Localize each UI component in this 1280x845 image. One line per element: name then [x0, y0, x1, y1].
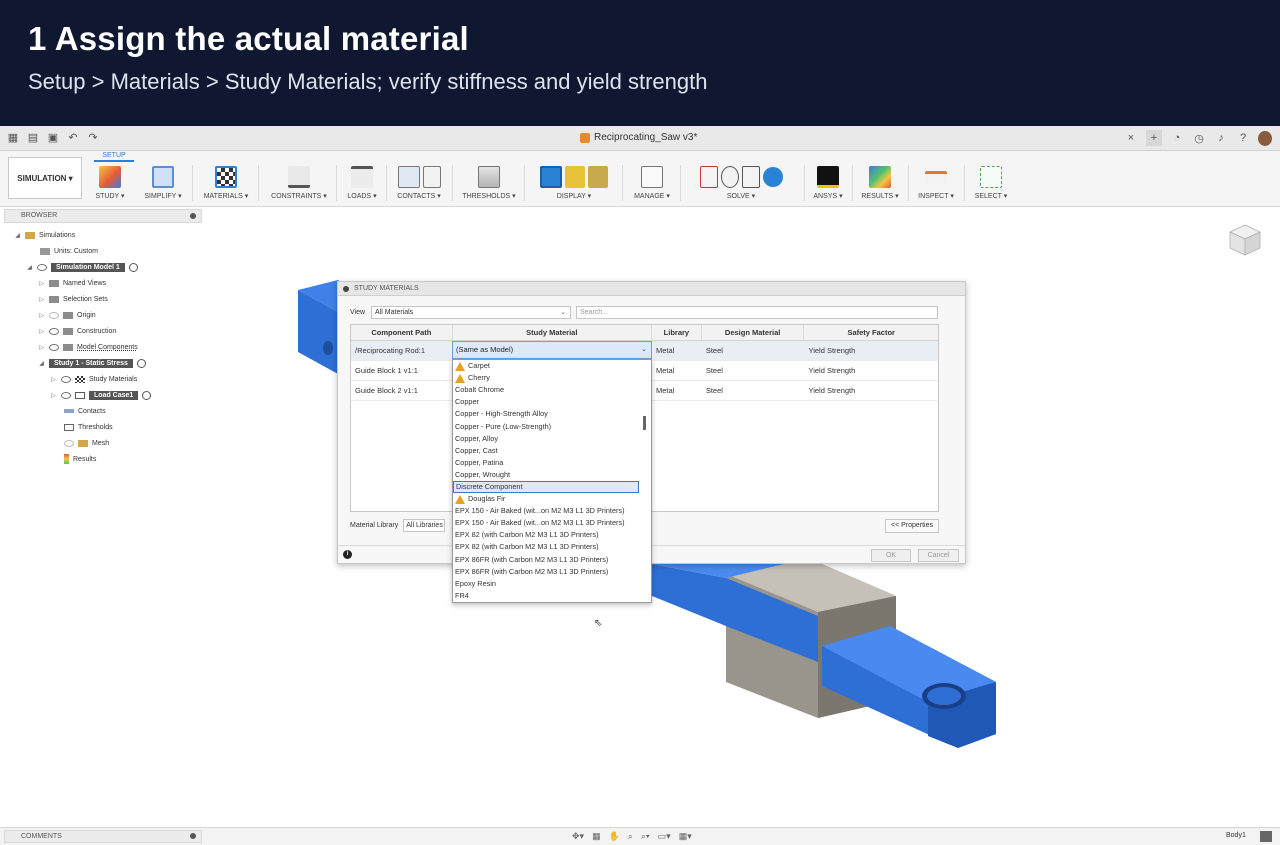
- warning-icon: [455, 361, 465, 371]
- dropdown-option[interactable]: Copper, Wrought: [453, 469, 651, 481]
- material-library-label: Material Library: [350, 522, 399, 529]
- dialog-header[interactable]: STUDY MATERIALS: [338, 282, 965, 296]
- ok-button[interactable]: OK: [871, 549, 911, 562]
- dropdown-option[interactable]: EPX 86FR (with Carbon M2 M3 L1 3D Printe…: [453, 566, 651, 578]
- view-cube[interactable]: [1226, 221, 1264, 259]
- dialog-info-icon[interactable]: i: [343, 550, 352, 559]
- dropdown-option[interactable]: EPX 82 (with Carbon M2 M3 L1 3D Printers…: [453, 529, 651, 541]
- column-header[interactable]: Library: [652, 325, 702, 340]
- dropdown-option[interactable]: Cherry: [453, 372, 651, 384]
- view-filter-select[interactable]: All Materials ⌄: [371, 306, 572, 319]
- comments-pin-icon[interactable]: [190, 833, 196, 839]
- column-header[interactable]: Design Material: [702, 325, 805, 340]
- dropdown-option[interactable]: EPX 86FR (with Carbon M2 M3 L1 3D Printe…: [453, 554, 651, 566]
- caption-banner: 1 Assign the actual material Setup > Mat…: [0, 0, 1280, 126]
- display-settings-icon[interactable]: ▭▾: [658, 831, 671, 842]
- pan-icon[interactable]: ✋: [609, 831, 620, 842]
- selection-label: Body1: [1226, 832, 1246, 839]
- dropdown-option[interactable]: Copper: [453, 396, 651, 408]
- table-header: Component Path Study Material Library De…: [351, 325, 938, 341]
- grid-settings-icon[interactable]: ▦▾: [679, 831, 692, 842]
- warning-icon: [455, 494, 465, 504]
- fusion-app-window: ▦ ▤ ▣ ↶ ↷ Reciprocating_Saw v3* × + ◔ ◷ …: [0, 126, 1280, 845]
- study-material-select[interactable]: (Same as Model) ⌄: [452, 341, 652, 359]
- dropdown-option[interactable]: Copper, Cast: [453, 445, 651, 457]
- dialog-grip-icon: [343, 286, 349, 292]
- material-library-select[interactable]: All Libraries: [403, 519, 446, 532]
- material-search-input[interactable]: Search...: [576, 306, 938, 319]
- chevron-down-icon: ⌄: [560, 309, 567, 316]
- column-header[interactable]: Study Material: [453, 325, 652, 340]
- dropdown-scrollbar[interactable]: [643, 416, 646, 430]
- warning-icon: [455, 373, 465, 383]
- column-header[interactable]: Component Path: [351, 325, 453, 340]
- column-header[interactable]: Safety Factor: [804, 325, 938, 340]
- dropdown-option[interactable]: Epoxy Resin: [453, 578, 651, 590]
- cancel-button[interactable]: Cancel: [918, 549, 959, 562]
- caption-title: 1 Assign the actual material: [28, 20, 469, 57]
- orbit-icon[interactable]: ✥▾: [572, 831, 584, 842]
- properties-button[interactable]: << Properties: [885, 519, 939, 533]
- look-at-icon[interactable]: ▦: [592, 831, 601, 842]
- dropdown-option[interactable]: Cobalt Chrome: [453, 384, 651, 396]
- dropdown-option[interactable]: Copper - Pure (Low-Strength): [453, 420, 651, 432]
- comments-panel[interactable]: COMMENTS: [4, 830, 202, 843]
- caption-subtitle: Setup > Materials > Study Materials; ver…: [28, 69, 708, 94]
- dropdown-option[interactable]: FR4: [453, 590, 651, 602]
- dropdown-option[interactable]: Copper, Patina: [453, 457, 651, 469]
- zoom-window-icon[interactable]: ⌕▾: [641, 831, 650, 842]
- dropdown-option[interactable]: EPX 82 (with Carbon M2 M3 L1 3D Printers…: [453, 541, 651, 553]
- dropdown-option[interactable]: Discrete Component: [453, 480, 639, 494]
- dropdown-option[interactable]: Douglas Fir: [453, 493, 651, 505]
- dropdown-option[interactable]: EPX 150 - Air Baked (wit...on M2 M3 L1 3…: [453, 505, 651, 517]
- dropdown-option[interactable]: EPX 150 - Air Baked (wit...on M2 M3 L1 3…: [453, 517, 651, 529]
- status-bar: COMMENTS ✥▾ ▦ ✋ ⌕ ⌕▾ ▭▾ ▦▾ Body1: [0, 827, 1280, 845]
- chevron-down-icon: ⌄: [641, 346, 647, 353]
- selection-filter-icon[interactable]: [1260, 831, 1272, 842]
- navigation-toolbar: ✥▾ ▦ ✋ ⌕ ⌕▾ ▭▾ ▦▾: [572, 831, 692, 842]
- dropdown-option[interactable]: Copper - High-Strength Alloy: [453, 408, 651, 420]
- zoom-icon[interactable]: ⌕: [628, 831, 633, 842]
- study-material-dropdown: Carpet Cherry Cobalt Chrome Copper Copper - …: [452, 359, 652, 603]
- view-label: View: [350, 309, 366, 316]
- mouse-cursor-icon: ⇖: [594, 618, 603, 629]
- dropdown-option[interactable]: Copper, Alloy: [453, 433, 651, 445]
- dropdown-option[interactable]: Carpet: [453, 360, 651, 372]
